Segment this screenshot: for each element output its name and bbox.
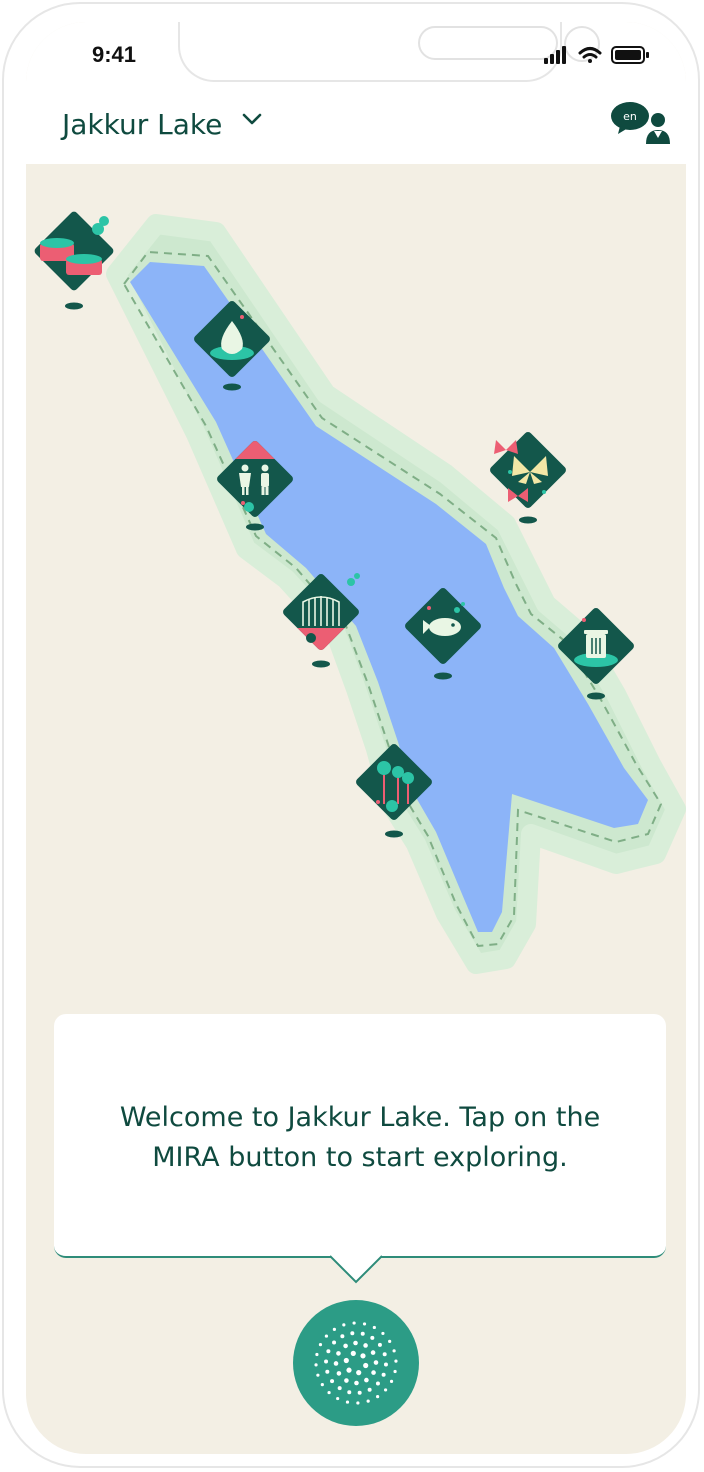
burst-dot: [393, 1369, 397, 1374]
burst-dot: [357, 1390, 362, 1395]
device-notch: [178, 22, 600, 82]
burst-dot: [373, 1360, 379, 1365]
burst-dot: [350, 1350, 356, 1356]
burst-dot: [370, 1335, 375, 1340]
burst-dot: [382, 1352, 387, 1357]
marker-shadow: [312, 660, 330, 668]
burst-dot: [325, 1369, 330, 1374]
app-screen: 9:41 Jakkur Lake en Welcome to Jakkur La…: [26, 22, 686, 1454]
marker-shadow: [246, 523, 264, 531]
burst-dot: [354, 1380, 359, 1386]
gate-icon: [302, 596, 340, 626]
location-title[interactable]: Jakkur Lake: [62, 108, 222, 141]
marker-shadow: [385, 830, 403, 838]
chevron-down-icon[interactable]: [240, 110, 264, 130]
burst-dot: [316, 1373, 320, 1377]
burst-dot: [388, 1339, 392, 1343]
marker-shadow: [223, 383, 241, 391]
pipes-marker[interactable]: [33, 210, 115, 310]
burst-dot: [347, 1390, 352, 1395]
burst-dot: [383, 1388, 388, 1392]
burst-dot: [389, 1379, 394, 1383]
burst-dot: [371, 1370, 376, 1375]
burst-dot: [356, 1370, 362, 1376]
burst-dot: [314, 1363, 318, 1367]
burst-dot: [381, 1331, 385, 1336]
marker-shadow: [587, 692, 605, 700]
burst-dot: [343, 1357, 349, 1364]
wifi-icon: [578, 47, 602, 63]
burst-dot: [332, 1327, 336, 1331]
status-time: 9:41: [92, 42, 137, 67]
burst-dot: [350, 1331, 355, 1336]
burst-dot: [332, 1340, 337, 1345]
burst-dot: [360, 1353, 366, 1359]
burst-dot: [372, 1325, 376, 1330]
burst-dot: [326, 1349, 331, 1354]
burst-dot: [377, 1342, 382, 1347]
burst-dot: [375, 1381, 380, 1386]
burst-dot: [362, 1322, 367, 1326]
signal-icon: [544, 46, 566, 64]
burst-dot: [324, 1359, 329, 1364]
dots-burst-icon: [314, 1321, 398, 1405]
burst-dot: [370, 1350, 376, 1355]
burst-dot: [360, 1331, 365, 1336]
phone-frame: 9:41 Jakkur Lake en Welcome to Jakkur La…: [2, 2, 700, 1468]
burst-dot: [353, 1340, 358, 1346]
burst-dot: [376, 1395, 380, 1399]
burst-dot: [336, 1371, 342, 1376]
speaker-pill: [418, 26, 558, 60]
burst-dot: [336, 1396, 340, 1401]
marker-shadow: [434, 672, 452, 680]
burst-dot: [345, 1400, 350, 1404]
burst-dot: [337, 1386, 342, 1391]
status-icons: [544, 46, 649, 64]
welcome-message: Welcome to Jakkur Lake. Tap on the MIRA …: [119, 1102, 601, 1173]
burst-dot: [330, 1379, 335, 1384]
burst-dot: [343, 1343, 348, 1349]
card-pointer: [330, 1254, 382, 1284]
burst-dot: [346, 1367, 352, 1373]
burst-dot: [324, 1334, 329, 1338]
burst-dot: [344, 1378, 349, 1383]
burst-dot: [364, 1377, 369, 1383]
burst-dot: [340, 1334, 345, 1339]
burst-dot: [315, 1352, 319, 1357]
welcome-card: Welcome to Jakkur Lake. Tap on the MIRA …: [54, 1014, 666, 1258]
language-code: en: [623, 110, 637, 123]
burst-dot: [363, 1362, 369, 1369]
mira-button[interactable]: [293, 1300, 419, 1426]
burst-dot: [367, 1387, 372, 1392]
burst-dot: [352, 1321, 356, 1325]
lake-map[interactable]: [26, 164, 686, 994]
burst-dot: [366, 1399, 370, 1403]
burst-dot: [381, 1372, 386, 1377]
marker-shadow: [65, 302, 83, 310]
burst-dot: [392, 1349, 396, 1353]
language-icon: en: [611, 102, 670, 144]
burst-dot: [327, 1390, 331, 1395]
burst-dot: [318, 1343, 323, 1347]
language-switcher[interactable]: en: [610, 100, 672, 144]
burst-dot: [333, 1361, 339, 1366]
burst-dot: [356, 1401, 360, 1405]
burst-dot: [336, 1351, 341, 1356]
battery-icon: [611, 46, 649, 64]
burst-dot: [394, 1359, 398, 1363]
burst-dot: [383, 1362, 388, 1367]
burst-dot: [363, 1343, 368, 1348]
marker-shadow: [519, 516, 537, 524]
burst-dot: [342, 1323, 346, 1327]
burst-dot: [320, 1383, 324, 1387]
